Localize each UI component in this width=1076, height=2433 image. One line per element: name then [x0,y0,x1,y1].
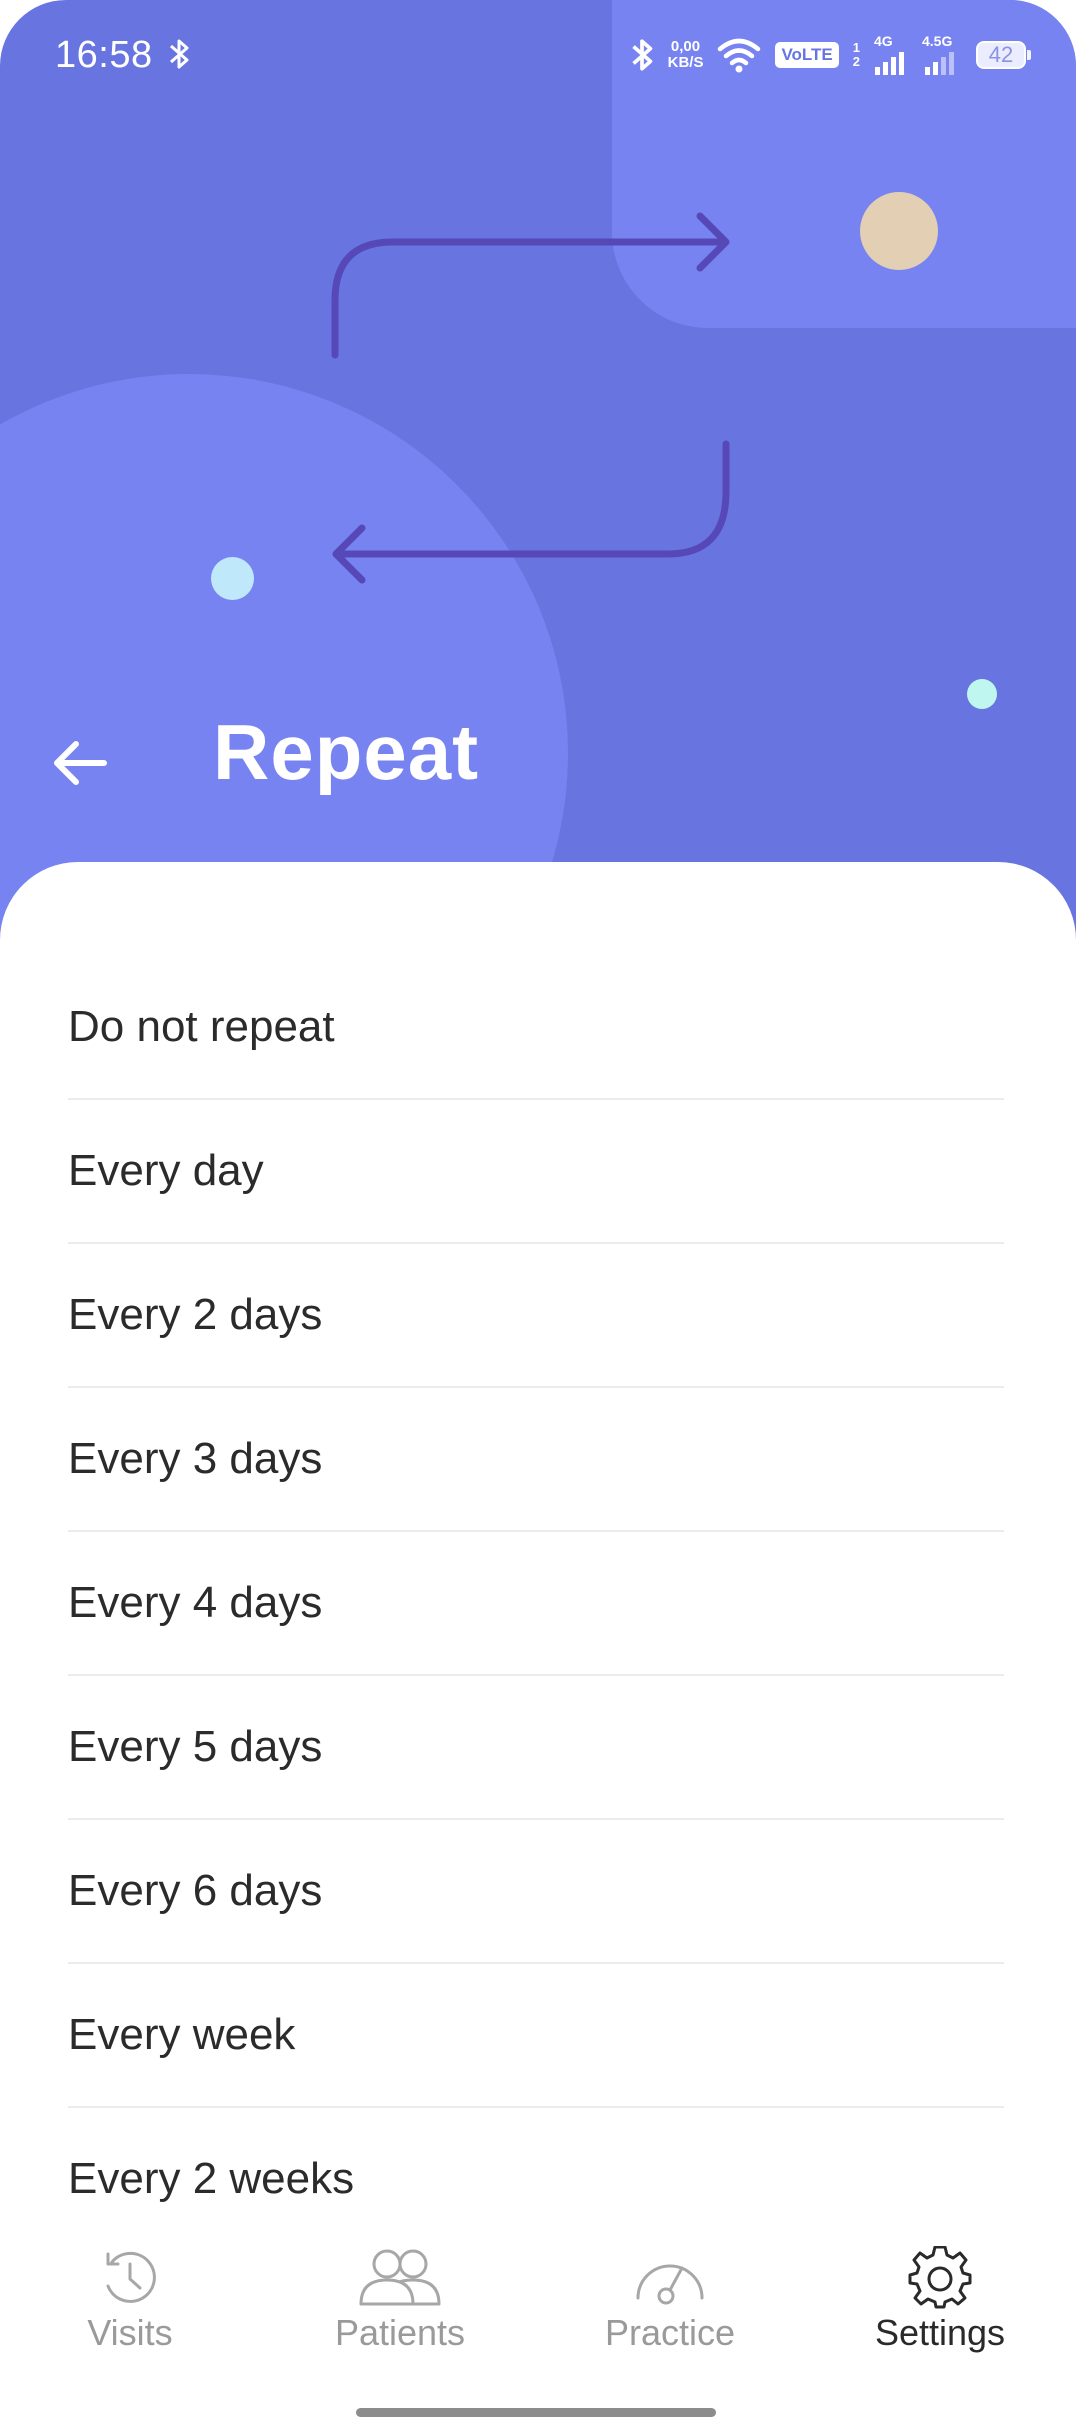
signal-bars-icon [925,52,954,75]
bluetooth-icon [631,39,652,71]
clock-history-icon [106,2251,156,2303]
nav-item-settings[interactable]: Settings [840,2246,1040,2354]
wifi-icon [718,38,761,73]
gear-icon [908,2246,972,2309]
status-time: 16:58 [55,34,153,76]
people-icon [359,2249,441,2306]
signal-bars-icon [875,52,904,75]
status-icons: 0,00 KB/S VoLTE 1 2 4G 4.5G 42 [630,30,1031,80]
repeat-option-do-not-repeat[interactable]: Do not repeat [68,956,1004,1100]
repeat-option-every-5-days[interactable]: Every 5 days [68,1676,1004,1820]
repeat-arrows-icon [331,212,730,584]
nav-item-practice[interactable]: Practice [570,2246,770,2354]
page-title: Repeat [213,708,480,796]
bottom-navigation: Visits Patients Practice Settings [0,2212,1076,2433]
volte-badge: VoLTE [775,42,839,68]
repeat-option-every-6-days[interactable]: Every 6 days [68,1820,1004,1964]
arrow-left-icon [54,741,107,785]
back-button[interactable] [46,728,116,798]
sim-indicator: 1 2 [852,40,860,69]
repeat-option-every-2-days[interactable]: Every 2 days [68,1244,1004,1388]
nav-label: Settings [874,2312,1006,2353]
nav-item-patients[interactable]: Patients [300,2246,500,2354]
battery-icon: 42 [976,41,1031,69]
signal-2: 4.5G [922,33,962,75]
signal-1: 4G [874,33,908,75]
network-speed: 0,00 KB/S [667,38,704,71]
nav-label: Practice [604,2312,736,2353]
bluetooth-icon [170,39,189,69]
repeat-option-every-4-days[interactable]: Every 4 days [68,1532,1004,1676]
options-sheet: Do not repeat Every day Every 2 days Eve… [0,862,1076,2252]
home-indicator[interactable] [356,2408,716,2417]
header-banner: 16:58 0,00 KB/S VoLTE 1 2 4G 4.5G 42 Rep… [0,0,1076,940]
repeat-option-list: Do not repeat Every day Every 2 days Eve… [68,956,1004,2252]
nav-label: Patients [334,2312,466,2353]
status-bar: 16:58 0,00 KB/S VoLTE 1 2 4G 4.5G 42 [0,0,1076,110]
gauge-icon [636,2264,704,2305]
repeat-option-every-day[interactable]: Every day [68,1100,1004,1244]
repeat-option-every-3-days[interactable]: Every 3 days [68,1388,1004,1532]
repeat-screen: 16:58 0,00 KB/S VoLTE 1 2 4G 4.5G 42 Rep… [0,0,1076,2433]
repeat-option-every-week[interactable]: Every week [68,1964,1004,2108]
nav-label: Visits [87,2312,173,2353]
nav-item-visits[interactable]: Visits [30,2246,230,2354]
